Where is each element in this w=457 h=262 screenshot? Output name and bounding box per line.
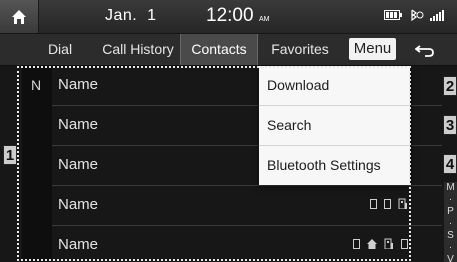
- tab-bar: Dial Call History Contacts Favorites Men…: [0, 34, 457, 66]
- index-separator: ·: [448, 242, 453, 253]
- callout-2: 2: [443, 76, 457, 96]
- clock-display: 12:00: [206, 5, 254, 26]
- back-arrow-icon: [414, 44, 434, 57]
- alphabet-scroll-index[interactable]: M · P · S · V: [444, 182, 457, 262]
- callout-4: 4: [443, 154, 457, 174]
- tab-call-history[interactable]: Call History: [97, 34, 179, 65]
- index-letter-v[interactable]: V: [444, 254, 457, 262]
- status-bar: Jan. 1 12:00 AM: [0, 0, 457, 33]
- status-icons: [384, 9, 448, 21]
- index-separator: ·: [448, 194, 453, 205]
- battery-icon: [384, 10, 402, 20]
- tab-dial[interactable]: Dial: [34, 34, 86, 65]
- home-button[interactable]: [0, 0, 39, 33]
- callout-1: 1: [3, 145, 17, 165]
- bluetooth-phone-icon: [411, 9, 424, 21]
- callout-outline: [17, 66, 411, 261]
- ampm-indicator: AM: [259, 16, 270, 23]
- tab-favorites[interactable]: Favorites: [262, 34, 338, 65]
- screen: Jan. 1 12:00 AM Dial Call History Contac…: [0, 0, 457, 262]
- date-display: Jan. 1: [105, 7, 157, 24]
- index-letter-p[interactable]: P: [444, 206, 457, 218]
- tab-contacts[interactable]: Contacts: [180, 34, 258, 65]
- menu-button[interactable]: Menu: [349, 38, 396, 60]
- index-letter-s[interactable]: S: [444, 230, 457, 242]
- home-icon: [12, 9, 26, 24]
- index-letter-m[interactable]: M: [444, 182, 457, 194]
- signal-icon: [430, 9, 444, 21]
- callout-3: 3: [443, 115, 457, 135]
- index-separator: ·: [448, 218, 453, 229]
- back-button[interactable]: [402, 34, 447, 65]
